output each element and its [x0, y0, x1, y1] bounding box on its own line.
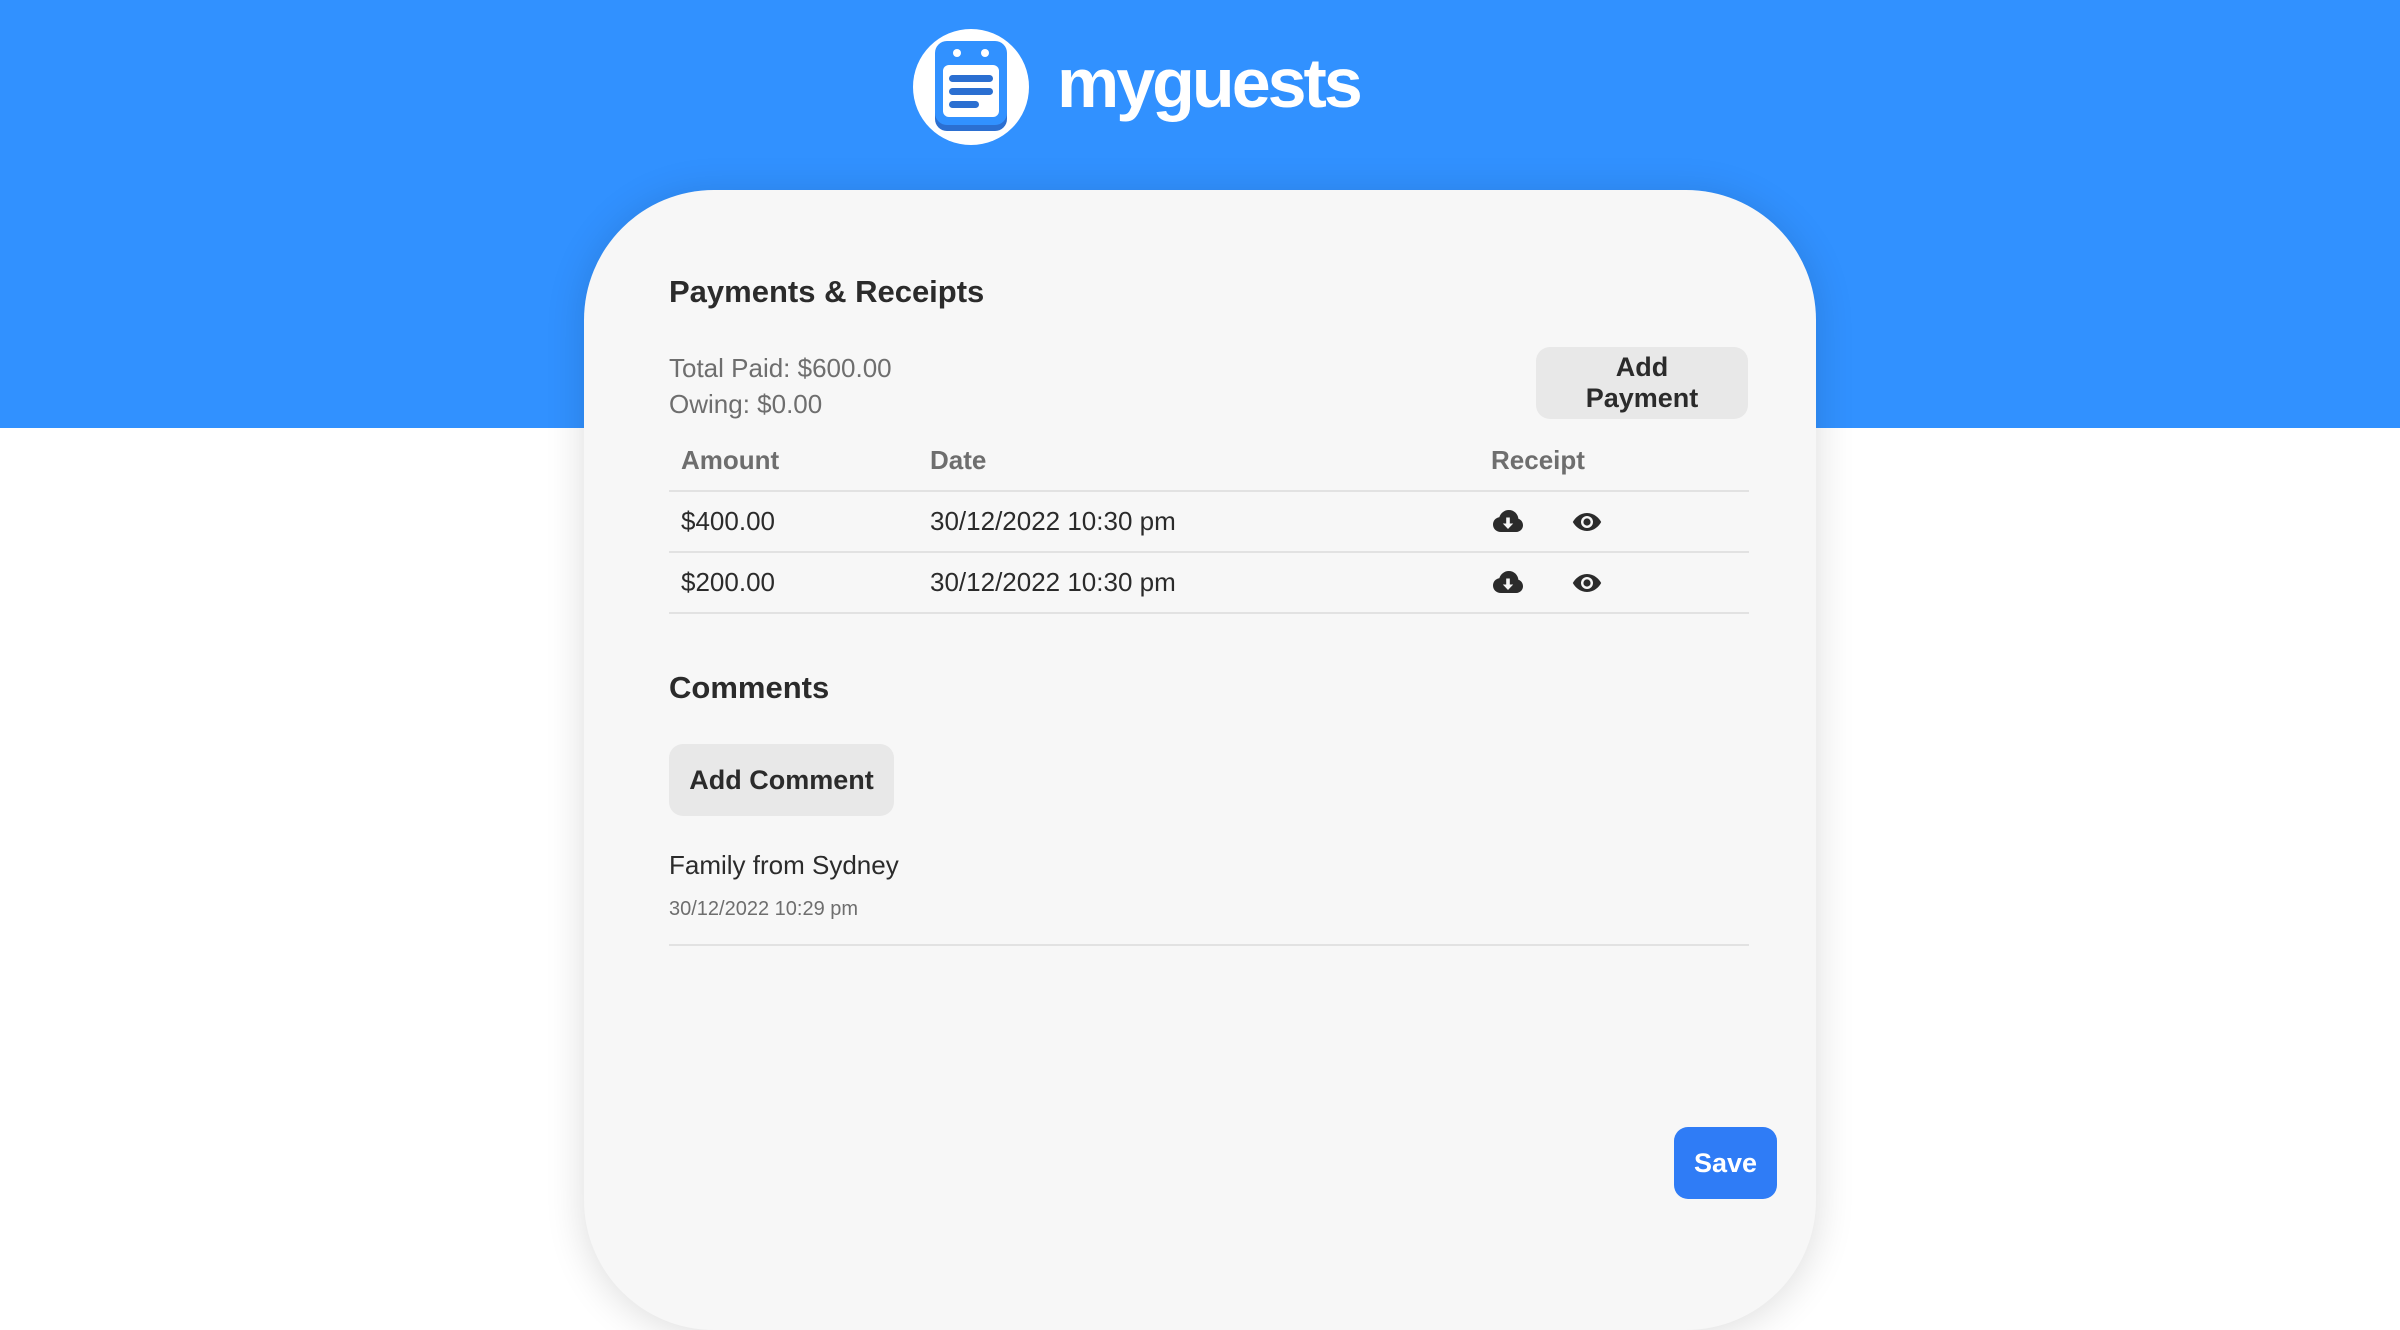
- logo: [913, 29, 1029, 145]
- comment-text: Family from Sydney: [669, 850, 899, 880]
- payment-summary: Total Paid: $600.00 Owing: $0.00: [669, 350, 892, 422]
- download-icon[interactable]: [1491, 566, 1525, 600]
- eye-icon[interactable]: [1570, 505, 1604, 539]
- column-header-amount: Amount: [669, 430, 918, 492]
- table-row: $400.00 30/12/2022 10:30 pm: [669, 491, 1749, 553]
- column-header-receipt: Receipt: [1479, 430, 1749, 492]
- add-payment-button[interactable]: Add Payment: [1536, 347, 1748, 419]
- comment-divider: [669, 944, 1749, 946]
- brand[interactable]: myguests: [913, 29, 1363, 145]
- payment-date: 30/12/2022 10:30 pm: [918, 552, 1479, 614]
- add-comment-button[interactable]: Add Comment: [669, 744, 894, 816]
- payment-date: 30/12/2022 10:30 pm: [918, 491, 1479, 553]
- payments-table: Amount Date Receipt $400.00 30/12/2022 1…: [669, 430, 1749, 614]
- owing-amount: Owing: $0.00: [669, 389, 823, 419]
- comments-title: Comments: [669, 670, 830, 705]
- eye-icon[interactable]: [1570, 566, 1604, 600]
- table-row: $200.00 30/12/2022 10:30 pm: [669, 552, 1749, 614]
- payment-amount: $400.00: [669, 491, 918, 553]
- brand-name: myguests: [1057, 44, 1363, 122]
- total-paid: Total Paid: $600.00: [669, 353, 892, 383]
- receipt-actions: [1479, 552, 1749, 614]
- save-button[interactable]: Save: [1674, 1127, 1777, 1199]
- guest-detail-card: Payments & Receipts Total Paid: $600.00 …: [584, 190, 1816, 1330]
- notepad-icon: [935, 41, 1007, 131]
- table-header-row: Amount Date Receipt: [669, 430, 1749, 492]
- comment-timestamp: 30/12/2022 10:29 pm: [669, 898, 859, 920]
- payment-amount: $200.00: [669, 552, 918, 614]
- column-header-date: Date: [918, 430, 1479, 492]
- payments-title: Payments & Receipts: [669, 274, 985, 309]
- download-icon[interactable]: [1491, 505, 1525, 539]
- receipt-actions: [1479, 491, 1749, 553]
